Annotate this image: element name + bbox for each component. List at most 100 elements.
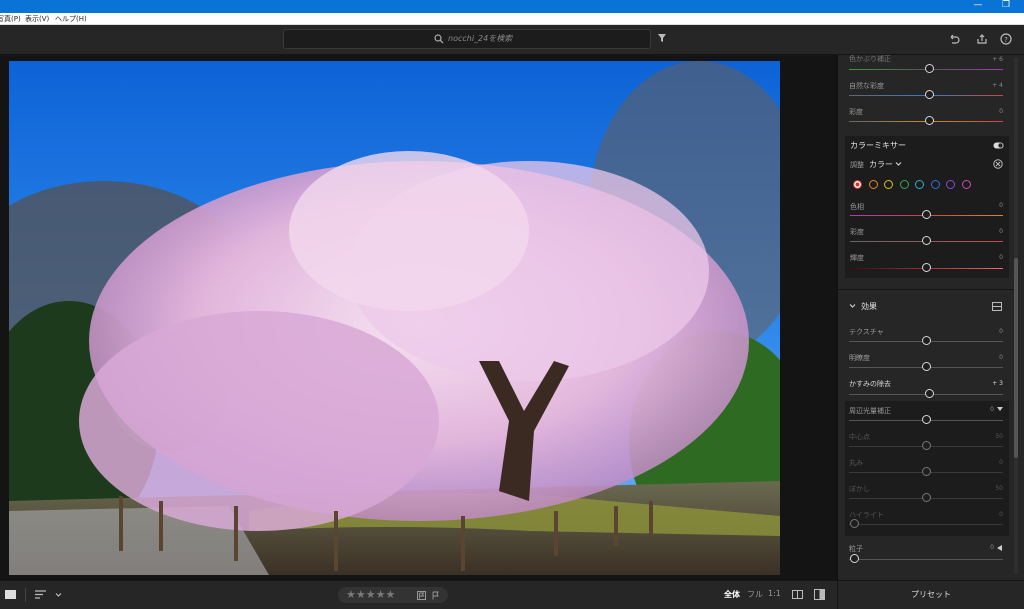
texture-slider-knob[interactable] bbox=[922, 336, 931, 345]
vignette-label: 周辺光量補正 bbox=[849, 407, 891, 415]
filter-icon[interactable] bbox=[657, 33, 667, 43]
luminance-value: 0 bbox=[999, 254, 1003, 261]
feather-slider-knob[interactable] bbox=[922, 493, 931, 502]
color-swatch[interactable] bbox=[930, 180, 940, 189]
highlights-value: 0 bbox=[999, 511, 1003, 518]
hue-value: 0 bbox=[999, 202, 1003, 209]
search-input[interactable]: nocchi_24を検索 bbox=[283, 29, 651, 49]
vibrance-slider-knob[interactable] bbox=[925, 90, 934, 99]
share-icon[interactable] bbox=[976, 33, 988, 45]
texture-value: 0 bbox=[999, 328, 1003, 335]
toggle-icon[interactable] bbox=[993, 142, 1004, 149]
divider bbox=[837, 580, 838, 609]
feather-label: ぼかし bbox=[849, 485, 870, 493]
rating-stars[interactable]: ★★★★★ bbox=[338, 587, 448, 603]
help-icon[interactable]: ? bbox=[1000, 33, 1012, 45]
chevron-down-icon[interactable] bbox=[849, 303, 856, 309]
panel-scrollbar[interactable] bbox=[1014, 58, 1018, 573]
vignette-value: 0 bbox=[990, 406, 994, 413]
dehaze-value: + 3 bbox=[992, 380, 1003, 387]
midpoint-slider-knob[interactable] bbox=[922, 441, 931, 450]
effects-title[interactable]: 効果 bbox=[861, 301, 877, 312]
chevron-down-icon[interactable] bbox=[895, 161, 902, 167]
grain-slider-track[interactable] bbox=[849, 559, 1003, 560]
feather-value: 50 bbox=[995, 485, 1003, 492]
view-fit-button[interactable]: 全体 bbox=[724, 589, 740, 600]
clarity-label: 明瞭度 bbox=[849, 354, 870, 362]
luminance-label: 輝度 bbox=[850, 254, 864, 262]
mixer-sat-value: 0 bbox=[999, 228, 1003, 235]
slider-label: 自然な彩度 bbox=[849, 82, 884, 90]
grain-expand-icon[interactable] bbox=[997, 545, 1002, 551]
slider-value: 0 bbox=[999, 108, 1003, 115]
adjust-dropdown[interactable]: カラー bbox=[869, 159, 893, 170]
preset-panel-icon[interactable] bbox=[992, 302, 1002, 311]
photo-preview[interactable] bbox=[9, 61, 780, 575]
svg-text:?: ? bbox=[1004, 36, 1008, 44]
grain-value: 0 bbox=[990, 544, 994, 551]
highlights-slider-track[interactable] bbox=[849, 524, 1003, 525]
search-placeholder: nocchi_24を検索 bbox=[448, 34, 513, 43]
vignette-slider-knob[interactable] bbox=[922, 415, 931, 424]
color-swatch[interactable] bbox=[868, 180, 878, 189]
slider-label: 彩度 bbox=[849, 108, 863, 116]
grain-label: 粒子 bbox=[849, 545, 863, 553]
highlights-slider-knob[interactable] bbox=[850, 519, 859, 528]
title-bar: — ❐ bbox=[0, 0, 1024, 13]
clarity-slider-knob[interactable] bbox=[922, 362, 931, 371]
vignette-collapse-icon[interactable] bbox=[997, 407, 1003, 412]
color-swatch[interactable] bbox=[853, 180, 862, 189]
minimize-button[interactable]: — bbox=[964, 0, 992, 13]
midpoint-value: 50 bbox=[995, 433, 1003, 440]
menu-photo[interactable]: 写真(P) bbox=[0, 13, 21, 25]
hue-label: 色相 bbox=[850, 203, 864, 211]
view-1to1-button[interactable]: 1:1 bbox=[768, 589, 781, 598]
undo-icon[interactable] bbox=[948, 33, 960, 45]
bottom-bar bbox=[0, 580, 1024, 609]
luminance-slider-knob[interactable] bbox=[922, 263, 931, 272]
saturation-slider-knob[interactable] bbox=[925, 116, 934, 125]
tint-slider-knob[interactable] bbox=[925, 64, 934, 73]
menu-help[interactable]: ヘルプ(H) bbox=[55, 13, 87, 25]
presets-button[interactable]: プリセット bbox=[911, 589, 951, 600]
cherry-blossom-photo bbox=[9, 61, 780, 575]
restore-button[interactable]: ❐ bbox=[992, 0, 1020, 13]
view-full-button[interactable]: フル bbox=[747, 589, 763, 600]
compare-icon[interactable] bbox=[792, 590, 803, 599]
roundness-slider-knob[interactable] bbox=[922, 467, 931, 476]
color-swatch[interactable] bbox=[961, 180, 971, 189]
single-view-icon[interactable] bbox=[5, 590, 16, 599]
search-icon bbox=[434, 34, 444, 44]
adjust-label: 調整 bbox=[850, 161, 864, 169]
color-swatch[interactable] bbox=[884, 180, 893, 189]
star-rating[interactable]: ★★★★★ bbox=[346, 588, 395, 602]
flag-pick-icon[interactable] bbox=[417, 591, 426, 600]
dehaze-slider-knob[interactable] bbox=[925, 389, 934, 398]
target-adjust-icon[interactable] bbox=[993, 159, 1003, 169]
slider-value: + 6 bbox=[992, 56, 1003, 63]
sort-icon[interactable] bbox=[35, 590, 47, 599]
mixer-sat-label: 彩度 bbox=[850, 228, 864, 236]
scrollbar-thumb[interactable] bbox=[1014, 258, 1018, 458]
roundness-label: 丸み bbox=[849, 459, 863, 467]
menu-bar: 写真(P) 表示(V) ヘルプ(H) bbox=[0, 13, 1024, 25]
divider bbox=[25, 588, 26, 602]
clarity-value: 0 bbox=[999, 354, 1003, 361]
slider-value: + 4 bbox=[992, 82, 1003, 89]
midpoint-label: 中心点 bbox=[849, 433, 870, 441]
color-swatch[interactable] bbox=[946, 180, 955, 189]
slider-label: 色かぶり補正 bbox=[849, 55, 891, 63]
color-mixer-title: カラーミキサー bbox=[850, 141, 906, 150]
flag-reject-icon[interactable] bbox=[431, 591, 440, 600]
chevron-down-icon[interactable] bbox=[55, 592, 62, 598]
color-swatch[interactable] bbox=[915, 180, 924, 189]
divider bbox=[838, 289, 1014, 290]
menu-view[interactable]: 表示(V) bbox=[25, 13, 49, 25]
color-swatch[interactable] bbox=[899, 180, 909, 189]
hue-slider-knob[interactable] bbox=[922, 210, 931, 219]
grain-slider-knob[interactable] bbox=[850, 554, 859, 563]
split-view-icon[interactable] bbox=[814, 589, 825, 600]
dehaze-label: かすみの除去 bbox=[849, 380, 891, 388]
texture-label: テクスチャ bbox=[849, 328, 884, 336]
mixer-sat-slider-knob[interactable] bbox=[922, 236, 931, 245]
